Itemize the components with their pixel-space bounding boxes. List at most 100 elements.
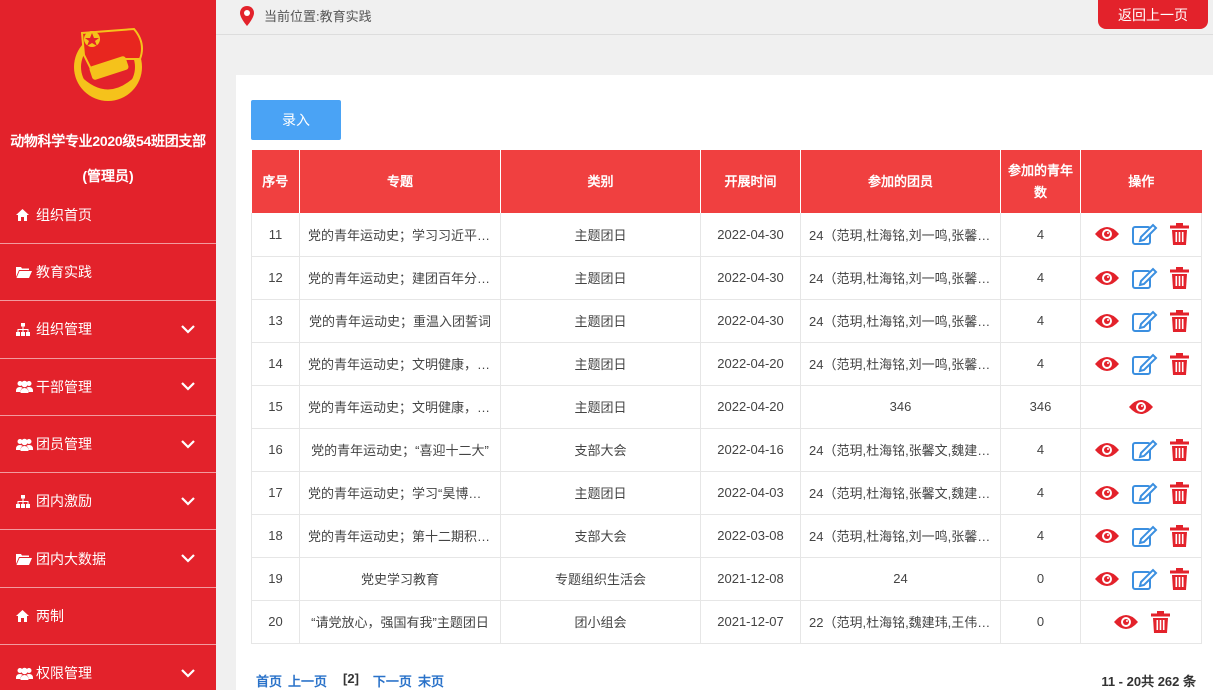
edit-icon[interactable] (1131, 353, 1158, 375)
view-icon[interactable] (1094, 570, 1120, 588)
trash-icon[interactable] (1169, 567, 1189, 590)
view-icon[interactable] (1094, 225, 1120, 243)
chevron-down-icon[interactable] (180, 493, 196, 509)
sidebar-item-4[interactable]: 团员管理 (0, 416, 216, 474)
sidebar-item-5[interactable]: 团内激励 (0, 473, 216, 531)
users-icon (16, 438, 34, 451)
table-row: 14 党的青年运动史；文明健康，… 主题团日 2022-04-20 24（范玥,杜海铭,… (251, 342, 1202, 386)
edit-icon[interactable] (1131, 568, 1158, 590)
edit-icon[interactable] (1131, 267, 1158, 289)
chevron-down-icon[interactable] (180, 551, 196, 567)
trash-icon[interactable] (1169, 524, 1189, 547)
table-row: 18 党的青年运动史；第十二期积… 支部大会 2022-03-08 24（范玥,杜海铭,… (251, 514, 1202, 558)
sidebar-item-3[interactable]: 干部管理 (0, 359, 216, 416)
cell-category: 团小组会 (500, 600, 701, 644)
cell-actions (1080, 557, 1202, 601)
logo-area (0, 0, 216, 122)
sidebar-item-1[interactable]: 教育实践 (0, 244, 216, 302)
cell-topic: 党的青年运动史；文明健康，… (299, 385, 501, 429)
cell-no: 13 (251, 299, 300, 343)
topbar: 当前位置:教育实践 返回上一页 (216, 0, 1213, 35)
view-icon[interactable] (1094, 484, 1120, 502)
cell-topic: 党的青年运动史；第十二期积… (299, 514, 501, 558)
sidebar-item-label: 团内大数据 (36, 550, 106, 567)
cell-topic: “请党放心，强国有我”主题团日 (299, 600, 501, 644)
folder-open-icon (16, 553, 34, 565)
table-row: 12 党的青年运动史；建团百年分… 主题团日 2022-04-30 24（范玥,杜海铭,… (251, 256, 1202, 300)
chevron-down-icon[interactable] (180, 321, 196, 337)
cell-date: 2021-12-07 (700, 600, 801, 644)
sidebar-item-label: 权限管理 (36, 665, 92, 682)
col-header-topic: 专题 (299, 150, 501, 213)
org-name: 动物科学专业2020级54班团支部 (10, 133, 206, 149)
sidebar-item-7[interactable]: 两制 (0, 588, 216, 646)
sidebar-item-0[interactable]: 组织首页 (0, 187, 216, 244)
table-row: 16 党的青年运动史；“喜迎十二大” 支部大会 2022-04-16 24（范玥,杜海铭… (251, 428, 1202, 472)
col-header-date: 开展时间 (700, 150, 801, 213)
edit-icon[interactable] (1131, 439, 1158, 461)
col-header-category: 类别 (500, 150, 701, 213)
cell-category: 主题团日 (500, 213, 701, 257)
chevron-down-icon[interactable] (180, 436, 196, 452)
location-pin-icon (240, 5, 254, 26)
prev-page-link[interactable]: 上一页 (288, 671, 327, 690)
record-count: 11 - 20共 262 条 (1101, 674, 1196, 689)
sitemap-icon (16, 322, 34, 336)
records-table: 序号 专题 类别 开展时间 参加的团员 参加的青年数 操作 11 党的青年运动史；… (251, 150, 1202, 644)
cell-topic: 党的青年运动史；学习“昊博峰”… (299, 471, 501, 515)
col-header-members: 参加的团员 (800, 150, 1001, 213)
last-page-link[interactable]: 末页 (418, 671, 444, 690)
trash-icon[interactable] (1169, 481, 1189, 504)
sidebar-item-2[interactable]: 组织管理 (0, 301, 216, 359)
content-panel: 录入 序号 专题 类别 开展时间 参加的团员 参加的青年数 操作 11 党的青年运… (236, 75, 1213, 690)
cell-no: 15 (251, 385, 300, 429)
edit-icon[interactable] (1131, 310, 1158, 332)
view-icon[interactable] (1113, 613, 1139, 631)
trash-icon[interactable] (1150, 610, 1170, 633)
view-icon[interactable] (1094, 312, 1120, 330)
trash-icon[interactable] (1169, 438, 1189, 461)
cell-topic: 党的青年运动史；建团百年分… (299, 256, 501, 300)
col-header-actions: 操作 (1080, 150, 1202, 213)
edit-icon[interactable] (1131, 223, 1158, 246)
cell-youth-count: 4 (1000, 471, 1081, 515)
trash-icon[interactable] (1169, 309, 1189, 332)
cell-youth-count: 4 (1000, 428, 1081, 472)
cell-actions (1080, 385, 1202, 429)
table-row: 15 党的青年运动史；文明健康，… 主题团日 2022-04-20 346 346 (251, 385, 1202, 429)
cell-no: 19 (251, 557, 300, 601)
cell-date: 2021-12-08 (700, 557, 801, 601)
cell-category: 专题组织生活会 (500, 557, 701, 601)
first-page-link[interactable]: 首页 (256, 671, 282, 690)
sidebar-item-label: 两制 (36, 607, 64, 624)
edit-icon[interactable] (1131, 525, 1158, 547)
trash-icon[interactable] (1169, 266, 1189, 289)
view-icon[interactable] (1094, 527, 1120, 545)
view-icon[interactable] (1094, 269, 1120, 287)
trash-icon[interactable] (1169, 352, 1189, 375)
cell-topic: 党的青年运动史；学习习近平… (299, 213, 501, 257)
chevron-down-icon[interactable] (180, 379, 196, 395)
user-role: (管理员) (82, 168, 134, 184)
cell-actions (1080, 471, 1202, 515)
cell-topic: 党的青年运动史；“喜迎十二大” (299, 428, 501, 472)
sidebar-item-6[interactable]: 团内大数据 (0, 530, 216, 588)
cell-no: 12 (251, 256, 300, 300)
edit-icon[interactable] (1131, 482, 1158, 504)
cell-no: 16 (251, 428, 300, 472)
view-icon[interactable] (1128, 398, 1154, 416)
sidebar-item-8[interactable]: 权限管理 (0, 645, 216, 690)
sidebar-item-label: 干部管理 (36, 378, 92, 395)
cell-members: 24 (800, 557, 1001, 601)
back-button[interactable]: 返回上一页 (1098, 0, 1208, 29)
next-page-link[interactable]: 下一页 (373, 671, 412, 690)
view-icon[interactable] (1094, 441, 1120, 459)
cell-topic: 党的青年运动史；重温入团誓词 (299, 299, 501, 343)
view-icon[interactable] (1094, 355, 1120, 373)
trash-icon[interactable] (1169, 223, 1189, 246)
cell-date: 2022-04-30 (700, 299, 801, 343)
chevron-down-icon[interactable] (180, 665, 196, 681)
add-record-button[interactable]: 录入 (251, 100, 341, 140)
home-icon (16, 609, 34, 622)
cell-date: 2022-04-20 (700, 385, 801, 429)
